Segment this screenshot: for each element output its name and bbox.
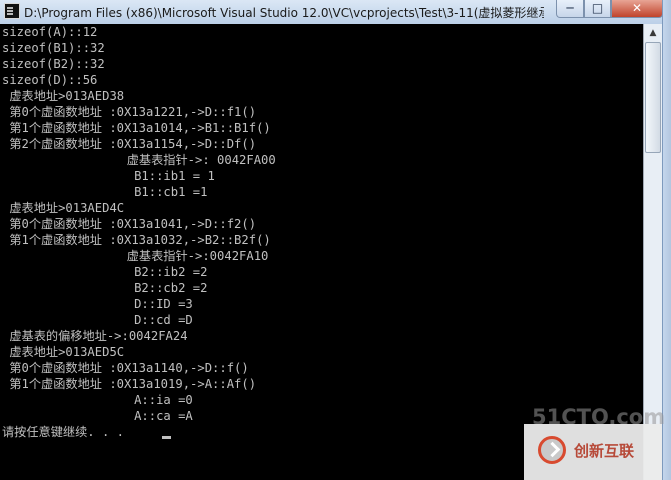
console-line: 第0个虚函数地址 :0X13a1041,->D::f2() bbox=[2, 217, 257, 231]
window-title: D:\Program Files (x86)\Microsoft Visual … bbox=[24, 6, 544, 20]
watermark-logo: 创新互联 bbox=[524, 424, 662, 480]
console-line: 第1个虚函数地址 :0X13a1014,->B1::B1f() bbox=[2, 121, 271, 135]
watermark-brand-text: 创新互联 bbox=[574, 442, 635, 460]
close-button[interactable]: ✕ bbox=[611, 0, 663, 18]
console-line: 第1个虚函数地址 :0X13a1019,->A::Af() bbox=[2, 377, 257, 391]
console-line: sizeof(B1)::32 bbox=[2, 41, 105, 55]
console-line: 第2个虚函数地址 :0X13a1154,->D::Df() bbox=[2, 137, 257, 151]
console-prompt: 请按任意键继续. . . bbox=[2, 425, 124, 439]
console-line: B2::cb2 =2 bbox=[2, 281, 208, 295]
console-line: sizeof(B2)::32 bbox=[2, 57, 105, 71]
console-line: 第0个虚函数地址 :0X13a1221,->D::f1() bbox=[2, 105, 257, 119]
console-line: D::ID =3 bbox=[2, 297, 193, 311]
console-line: 虚基表的偏移地址->:0042FA24 bbox=[2, 329, 188, 343]
brand-logo-icon bbox=[538, 436, 566, 464]
console-line: sizeof(A)::12 bbox=[2, 25, 98, 39]
console-app-icon[interactable] bbox=[4, 3, 20, 19]
minimize-button[interactable]: ─ bbox=[556, 0, 584, 18]
console-line: B1::ib1 = 1 bbox=[2, 169, 215, 183]
console-line: B2::ib2 =2 bbox=[2, 265, 208, 279]
console-line: 虚表地址>013AED5C bbox=[2, 345, 125, 359]
console-line: sizeof(D)::56 bbox=[2, 73, 98, 87]
text-cursor bbox=[162, 436, 171, 439]
maximize-button[interactable]: □ bbox=[584, 0, 611, 18]
console-line: 虚基表指针->:0042FA10 bbox=[2, 249, 269, 263]
console-line: 虚表地址>013AED38 bbox=[2, 89, 125, 103]
console-line: A::ca =A bbox=[2, 409, 193, 423]
console-line: 虚基表指针->: 0042FA00 bbox=[2, 153, 276, 167]
console-line: 虚表地址>013AED4C bbox=[2, 201, 125, 215]
scroll-up-arrow-icon[interactable]: ▲ bbox=[645, 25, 661, 41]
console-line: B1::cb1 =1 bbox=[2, 185, 208, 199]
console-line: A::ia =0 bbox=[2, 393, 193, 407]
console-line: D::cd =D bbox=[2, 313, 193, 327]
console-line: 第1个虚函数地址 :0X13a1032,->B2::B2f() bbox=[2, 233, 271, 247]
console-line: 第0个虚函数地址 :0X13a1140,->D::f() bbox=[2, 361, 249, 375]
scroll-thumb[interactable] bbox=[645, 42, 661, 153]
